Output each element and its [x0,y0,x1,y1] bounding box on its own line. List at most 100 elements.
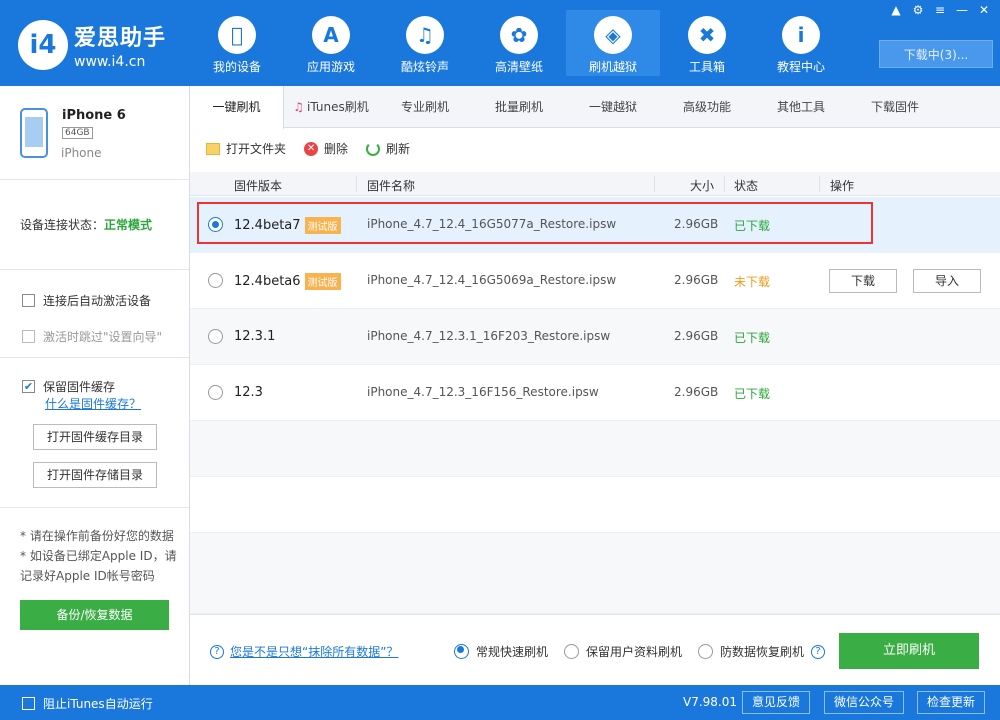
refresh-label: 刷新 [386,142,411,156]
refresh-icon [366,141,381,156]
mode-keep-data-radio[interactable] [564,644,579,659]
help-icon[interactable]: ? [811,644,826,659]
settings-icon[interactable]: ⚙ [910,2,926,18]
column-action: 操作 [830,179,855,193]
menu-icon[interactable]: ≡ [932,2,948,18]
main-panel: 一键刷机 ♫ iTunes刷机 专业刷机 批量刷机 一键越狱 高级功能 其他工具 … [190,86,1000,685]
tab-itunes-label: iTunes刷机 [307,100,369,114]
mode-anti-recovery-option[interactable]: 防数据恢复刷机 ? [698,643,831,660]
what-is-cache-link[interactable]: 什么是固件缓存？ [45,397,141,411]
tab-download-firmware[interactable]: 下载固件 [848,86,942,128]
mode-keep-data-label: 保留用户资料刷机 [586,645,683,659]
nav-flash-jailbreak[interactable]: ◈ 刷机越狱 [566,10,660,76]
phone-icon [20,108,48,158]
erase-data-link[interactable]: 您是不是只想“抹除所有数据”？ [230,643,398,660]
tab-one-click-flash[interactable]: 一键刷机 [190,86,284,129]
keep-cache-checkbox[interactable]: ✔ [22,380,35,393]
firmware-row[interactable]: 12.3 iPhone_4.7_12.3_16F156_Restore.ipsw… [190,365,1000,421]
refresh-button[interactable]: 刷新 [366,140,410,157]
app-url: www.i4.cn [74,54,146,70]
delete-button[interactable]: ✕ 删除 [304,140,348,157]
close-icon[interactable]: ✕ [976,2,992,18]
firmware-radio[interactable] [208,329,223,344]
mode-anti-recovery-radio[interactable] [698,644,713,659]
apple-icon:  [218,16,256,54]
flash-tabs: 一键刷机 ♫ iTunes刷机 专业刷机 批量刷机 一键越狱 高级功能 其他工具 … [190,86,1000,129]
firmware-radio[interactable] [208,273,223,288]
firmware-status: 未下载 [734,275,771,289]
nav-label: 工具箱 [688,60,725,74]
tab-pro-flash[interactable]: 专业刷机 [378,86,472,128]
firmware-row[interactable]: 12.3.1 iPhone_4.7_12.3.1_16F203_Restore.… [190,309,1000,365]
mode-keep-data-option[interactable]: 保留用户资料刷机 [564,643,682,660]
erase-help[interactable]: ? 您是不是只想“抹除所有数据”？ [210,643,398,660]
firmware-table-header: 固件版本 固件名称 大小 状态 操作 [190,172,1000,196]
nav-wallpapers[interactable]: ✿ 高清壁纸 [472,10,566,76]
download-button[interactable]: 下载 [829,269,897,293]
beta-badge: 测试版 [304,273,341,290]
app-logo-icon: i4 [18,20,68,70]
feedback-button[interactable]: 意见反馈 [742,691,810,714]
nav-tutorials[interactable]: i 教程中心 [754,10,848,76]
selection-highlight [197,202,873,244]
empty-row [190,533,1000,614]
connection-status-value: 正常模式 [104,218,153,232]
firmware-radio[interactable] [208,385,223,400]
minimize-icon[interactable]: — [954,2,970,18]
music-note-icon: ♫ [293,100,305,114]
flower-icon: ✿ [500,16,538,54]
backup-restore-button[interactable]: 备份/恢复数据 [20,600,169,630]
block-itunes-checkbox[interactable] [22,697,35,710]
mode-fast-radio[interactable] [454,644,469,659]
nav-label: 刷机越狱 [588,60,637,74]
nav-apps-games[interactable]: A 应用游戏 [284,10,378,76]
tab-batch-flash[interactable]: 批量刷机 [472,86,566,128]
delete-label: 删除 [324,142,349,156]
delete-icon: ✕ [304,141,319,156]
status-footer: 阻止iTunes自动运行 V7.98.01 意见反馈 微信公众号 检查更新 [0,685,1000,720]
flash-options-bar: ? 您是不是只想“抹除所有数据”？ 常规快速刷机 保留用户资料刷机 防数据恢复刷… [190,614,1000,685]
skin-icon[interactable]: ▲ [888,2,904,18]
tab-other-tools[interactable]: 其他工具 [754,86,848,128]
app-brand: 爱思助手 www.i4.cn [74,20,166,70]
firmware-version: 12.3 [234,385,263,400]
column-version: 固件版本 [234,179,283,193]
auto-activate-checkbox[interactable] [22,294,35,307]
nav-toolbox[interactable]: ✖ 工具箱 [660,10,754,76]
firmware-cache-section: ✔ 保留固件缓存 什么是固件缓存？ 打开固件缓存目录 打开固件存储目录 [0,358,189,508]
nav-label: 高清壁纸 [494,60,543,74]
open-cache-dir-button[interactable]: 打开固件缓存目录 [33,424,157,450]
firmware-name: iPhone_4.7_12.3.1_16F203_Restore.ipsw [367,329,611,343]
nav-my-device[interactable]:  我的设备 [190,10,284,76]
tab-one-click-jailbreak[interactable]: 一键越狱 [566,86,660,128]
keep-cache-option[interactable]: ✔ 保留固件缓存 [22,378,115,395]
app-name: 爱思助手 [74,26,167,51]
auto-activate-option[interactable]: 连接后自动激活设备 [22,292,151,309]
firmware-toolbar: 打开文件夹 ✕ 删除 刷新 [206,140,410,157]
column-status: 状态 [734,179,759,193]
import-button[interactable]: 导入 [913,269,981,293]
block-itunes-option[interactable]: 阻止iTunes自动运行 [22,695,153,712]
firmware-version: 12.3.1 [234,329,275,344]
skip-wizard-checkbox[interactable] [22,330,35,343]
flash-now-button[interactable]: 立即刷机 [839,633,979,669]
open-store-dir-button[interactable]: 打开固件存储目录 [33,462,157,488]
nav-ringtones[interactable]: ♫ 酷炫铃声 [378,10,472,76]
device-model: iPhone [61,146,102,160]
open-folder-label: 打开文件夹 [226,142,287,156]
open-folder-button[interactable]: 打开文件夹 [206,140,286,157]
tab-advanced[interactable]: 高级功能 [660,86,754,128]
firmware-row[interactable]: 12.4beta6 测试版 iPhone_4.7_12.4_16G5069a_Re… [190,253,1000,309]
mode-fast-option[interactable]: 常规快速刷机 [454,643,548,660]
bell-icon: ♫ [406,16,444,54]
download-progress-button[interactable]: 下载中(3)... [879,40,993,68]
firmware-version-text: 12.4beta6 [234,274,301,289]
firmware-status: 已下载 [734,387,771,401]
firmware-version-text: 12.3 [234,385,263,400]
check-update-button[interactable]: 检查更新 [917,691,985,714]
skip-wizard-label: 激活时跳过"设置向导" [43,330,163,344]
window-controls: ▲ ⚙ ≡ — ✕ [888,2,992,18]
skip-wizard-option[interactable]: 激活时跳过"设置向导" [22,328,162,345]
wechat-button[interactable]: 微信公众号 [824,691,904,714]
tab-itunes-flash[interactable]: ♫ iTunes刷机 [284,86,378,128]
